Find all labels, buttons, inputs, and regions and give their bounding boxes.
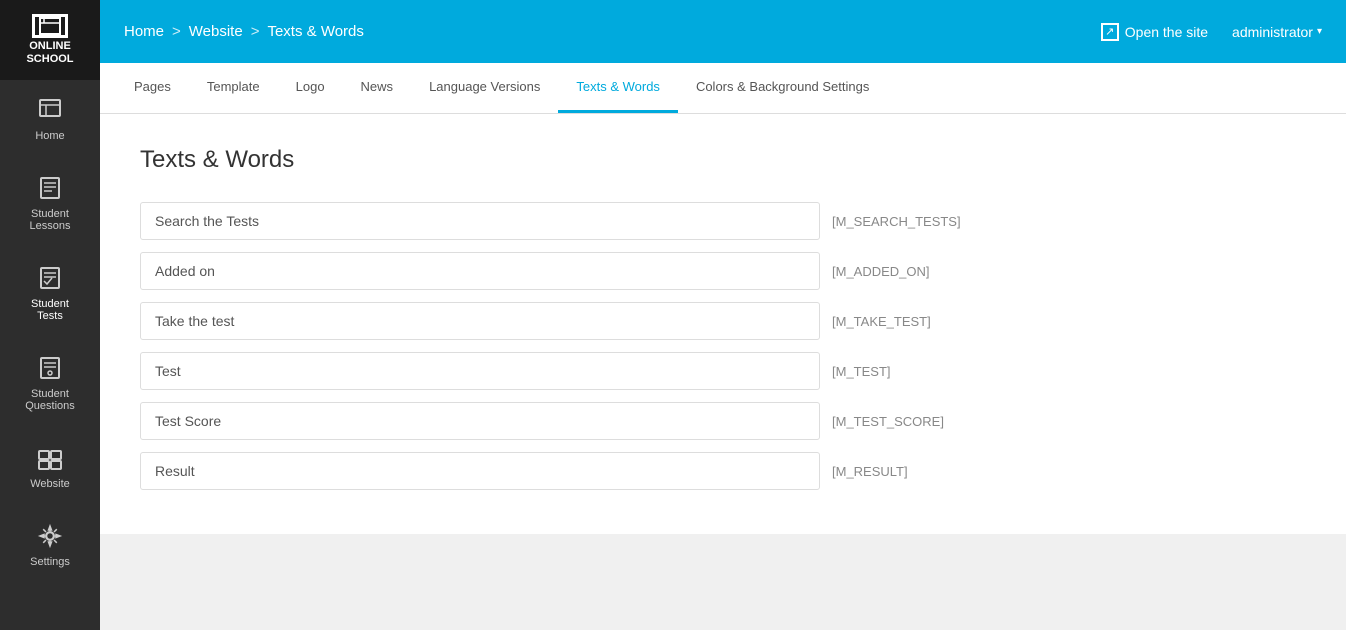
breadcrumb-sep-1: > — [172, 23, 181, 40]
breadcrumb: Home > Website > Texts & Words — [124, 23, 364, 40]
take-test-input[interactable] — [140, 302, 820, 340]
search-tests-token: [M_SEARCH_TESTS] — [832, 214, 961, 229]
test-input[interactable] — [140, 352, 820, 390]
sidebar-item-home-label: Home — [35, 130, 64, 142]
sidebar-item-website[interactable]: Website — [0, 428, 100, 506]
settings-icon — [36, 522, 64, 550]
home-icon — [36, 96, 64, 124]
brand-logo: ONLINESCHOOL — [0, 0, 100, 80]
questions-icon — [36, 354, 64, 382]
sidebar-item-website-label: Website — [30, 478, 70, 490]
added-on-token: [M_ADDED_ON] — [832, 264, 930, 279]
form-row-search-tests: [M_SEARCH_TESTS] — [140, 202, 1306, 240]
page-title: Texts & Words — [140, 146, 1306, 174]
tabs-bar: Pages Template Logo News Language Versio… — [100, 63, 1346, 114]
sidebar-item-questions-label: StudentQuestions — [25, 388, 75, 412]
admin-dropdown[interactable]: administrator ▾ — [1232, 24, 1322, 40]
content-area: Pages Template Logo News Language Versio… — [100, 63, 1346, 630]
sidebar-item-tests-label: StudentTests — [31, 298, 69, 322]
tab-texts-words[interactable]: Texts & Words — [558, 63, 678, 113]
result-token: [M_RESULT] — [832, 464, 908, 479]
admin-label: administrator — [1232, 24, 1313, 40]
tab-pages[interactable]: Pages — [116, 63, 189, 113]
breadcrumb-sep-2: > — [251, 23, 260, 40]
tests-icon — [36, 264, 64, 292]
sidebar-item-student-questions[interactable]: StudentQuestions — [0, 338, 100, 428]
test-score-input[interactable] — [140, 402, 820, 440]
form-row-test-score: [M_TEST_SCORE] — [140, 402, 1306, 440]
search-tests-input[interactable] — [140, 202, 820, 240]
tab-news[interactable]: News — [343, 63, 412, 113]
form-row-result: [M_RESULT] — [140, 452, 1306, 490]
sidebar-item-lessons-label: StudentLessons — [30, 208, 71, 232]
test-token: [M_TEST] — [832, 364, 891, 379]
open-site-button[interactable]: ↗ Open the site — [1101, 23, 1208, 41]
page-content: Texts & Words [M_SEARCH_TESTS] [M_ADDED_… — [100, 114, 1346, 534]
lessons-icon — [36, 174, 64, 202]
sidebar-item-settings[interactable]: Settings — [0, 506, 100, 584]
test-score-token: [M_TEST_SCORE] — [832, 414, 944, 429]
added-on-input[interactable] — [140, 252, 820, 290]
sidebar-item-home[interactable]: Home — [0, 80, 100, 158]
breadcrumb-website[interactable]: Website — [189, 23, 243, 40]
sidebar-item-student-lessons[interactable]: StudentLessons — [0, 158, 100, 248]
breadcrumb-home[interactable]: Home — [124, 23, 164, 40]
form-row-test: [M_TEST] — [140, 352, 1306, 390]
form-row-added-on: [M_ADDED_ON] — [140, 252, 1306, 290]
tab-template[interactable]: Template — [189, 63, 278, 113]
topnav-right: ↗ Open the site administrator ▾ — [1101, 23, 1322, 41]
sidebar-item-settings-label: Settings — [30, 556, 70, 568]
take-test-token: [M_TAKE_TEST] — [832, 314, 931, 329]
open-site-label: Open the site — [1125, 24, 1208, 40]
form-row-take-test: [M_TAKE_TEST] — [140, 302, 1306, 340]
sidebar: ONLINESCHOOL Home StudentLessons Student… — [0, 0, 100, 630]
breadcrumb-current: Texts & Words — [267, 23, 363, 40]
website-icon — [36, 444, 64, 472]
brand-text: ONLINESCHOOL — [26, 40, 73, 66]
topnav: Home > Website > Texts & Words ↗ Open th… — [100, 0, 1346, 63]
brand-icon — [32, 14, 68, 38]
tab-logo[interactable]: Logo — [278, 63, 343, 113]
sidebar-item-student-tests[interactable]: StudentTests — [0, 248, 100, 338]
main-area: Home > Website > Texts & Words ↗ Open th… — [100, 0, 1346, 630]
open-site-icon: ↗ — [1101, 23, 1119, 41]
tab-colors-background[interactable]: Colors & Background Settings — [678, 63, 887, 113]
chevron-down-icon: ▾ — [1317, 26, 1322, 37]
result-input[interactable] — [140, 452, 820, 490]
tab-language-versions[interactable]: Language Versions — [411, 63, 558, 113]
